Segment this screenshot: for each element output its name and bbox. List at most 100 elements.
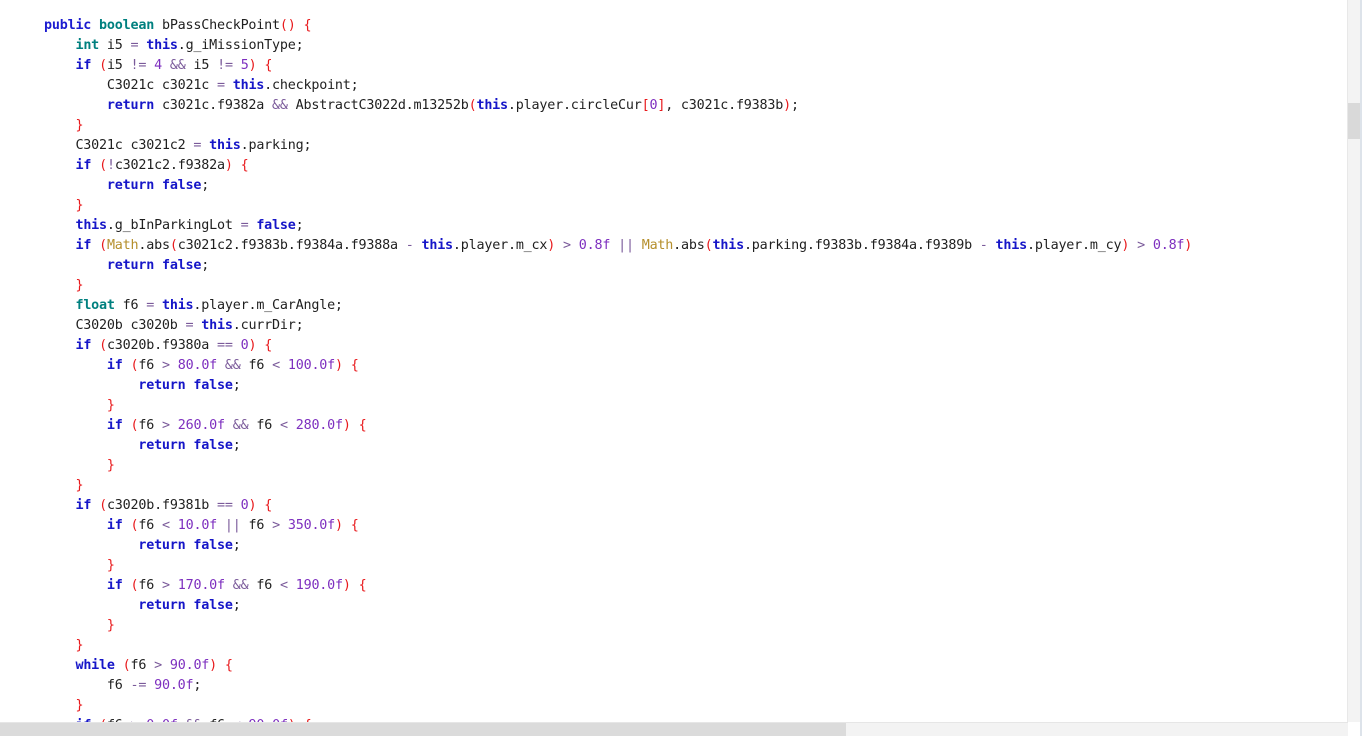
bracket: { (350, 358, 359, 373)
horizontal-scrollbar[interactable] (0, 722, 1348, 736)
vertical-scrollbar-thumb[interactable] (1348, 103, 1360, 139)
bracket: ] (657, 98, 666, 113)
code-line[interactable]: C3021c c3021c2 = this.parking; (44, 136, 1192, 156)
code-line[interactable]: return c3021c.f9382a && AbstractC3022d.m… (44, 96, 1192, 116)
code-line[interactable]: C3021c c3021c = this.checkpoint; (44, 76, 1192, 96)
code-line[interactable]: return false; (44, 256, 1192, 276)
number-literal: 0.8f (1152, 238, 1185, 253)
operator: < (279, 578, 288, 593)
operator: && (169, 58, 186, 73)
code-line[interactable]: if (f6 > 260.0f && f6 < 280.0f) { (44, 416, 1192, 436)
code-text: ; (232, 538, 241, 553)
keyword: false (161, 178, 202, 193)
code-line[interactable]: this.g_bInParkingLot = false; (44, 216, 1192, 236)
code-line[interactable]: if (i5 != 4 && i5 != 5) { (44, 56, 1192, 76)
code-line[interactable]: } (44, 276, 1192, 296)
keyword: if (106, 358, 123, 373)
code-text: c3021c2.f9382a (114, 158, 225, 173)
code-text: ; (232, 598, 241, 613)
code-line[interactable]: if (Math.abs(c3021c2.f9383b.f9384a.f9388… (44, 236, 1192, 256)
code-line[interactable]: return false; (44, 436, 1192, 456)
code-text: ; (295, 218, 304, 233)
code-line[interactable]: if (c3020b.f9381b == 0) { (44, 496, 1192, 516)
bracket: ) (224, 158, 233, 173)
code-line[interactable]: return false; (44, 376, 1192, 396)
code-text: f6 (240, 358, 273, 373)
code-line[interactable]: if (!c3021c2.f9382a) { (44, 156, 1192, 176)
code-line[interactable]: } (44, 396, 1192, 416)
code-line[interactable]: int i5 = this.g_iMissionType; (44, 36, 1192, 56)
code-line[interactable]: } (44, 556, 1192, 576)
code-line[interactable]: C3020b c3020b = this.currDir; (44, 316, 1192, 336)
code-text: c3021c.f9382a (154, 98, 273, 113)
bracket: ) (342, 418, 351, 433)
code-line[interactable]: f6 -= 90.0f; (44, 676, 1192, 696)
bracket: { (350, 518, 359, 533)
code-line[interactable]: } (44, 636, 1192, 656)
code-text: .abs (138, 238, 170, 253)
code-line[interactable]: while (f6 > 90.0f) { (44, 656, 1192, 676)
code-line[interactable]: float f6 = this.player.m_CarAngle; (44, 296, 1192, 316)
code-text: f6 (240, 518, 273, 533)
bracket: () (279, 18, 296, 33)
code-line[interactable]: } (44, 616, 1192, 636)
number-literal: 100.0f (287, 358, 336, 373)
code-line[interactable]: if (c3020b.f9380a == 0) { (44, 336, 1192, 356)
code-line[interactable]: } (44, 476, 1192, 496)
operator: > (1137, 238, 1145, 253)
code-line[interactable]: } (44, 696, 1192, 716)
code-text: .player.m_cy (1027, 238, 1122, 253)
code-line[interactable]: return false; (44, 176, 1192, 196)
number-literal: 190.0f (295, 578, 343, 593)
code-line[interactable]: if (f6 < 10.0f || f6 > 350.0f) { (44, 516, 1192, 536)
keyword: false (193, 538, 233, 553)
code-line[interactable]: return false; (44, 596, 1192, 616)
operator: && (224, 358, 241, 373)
operator: < (272, 358, 280, 373)
class-reference: Math (106, 238, 139, 253)
bracket: } (75, 638, 84, 653)
operator: = (146, 298, 155, 313)
code-text: .parking.f9383b.f9384a.f9389b (743, 238, 980, 253)
bracket: ) (783, 98, 791, 113)
code-line[interactable]: } (44, 196, 1192, 216)
code-text: c3021c2.f9383b.f9384a.f9388a (177, 238, 406, 253)
code-view[interactable]: public boolean bPassCheckPoint() { int i… (44, 16, 1192, 736)
operator: == (217, 498, 233, 513)
bracket: { (264, 58, 273, 73)
operator: && (232, 418, 249, 433)
code-line[interactable]: return false; (44, 536, 1192, 556)
code-line[interactable]: } (44, 456, 1192, 476)
code-text: ; (201, 258, 210, 273)
code-line[interactable]: } (44, 116, 1192, 136)
code-line[interactable]: if (f6 > 80.0f && f6 < 100.0f) { (44, 356, 1192, 376)
code-text: f6 (138, 358, 162, 373)
operator: != (217, 58, 233, 73)
code-line[interactable]: public boolean bPassCheckPoint() { (44, 16, 1192, 36)
code-line[interactable]: if (f6 > 170.0f && f6 < 190.0f) { (44, 576, 1192, 596)
horizontal-scrollbar-thumb[interactable] (0, 723, 846, 736)
